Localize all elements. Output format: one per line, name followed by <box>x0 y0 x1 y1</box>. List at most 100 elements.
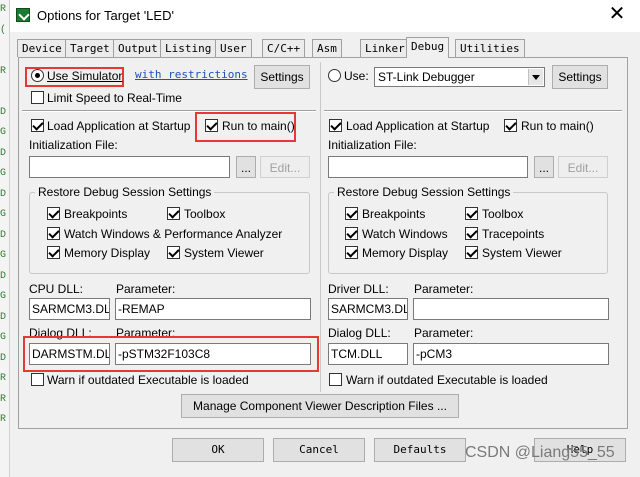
tab-output[interactable]: Output <box>113 39 163 57</box>
cancel-button[interactable]: Cancel <box>273 438 365 462</box>
editor-glyph: R <box>0 65 7 77</box>
debugger-select[interactable]: ST-Link Debugger <box>374 67 545 87</box>
init-file-input[interactable] <box>29 156 230 178</box>
editor-glyph: G <box>0 168 7 179</box>
close-icon[interactable]: ✕ <box>604 3 630 27</box>
right-breakpoints-label: Breakpoints <box>362 207 426 221</box>
editor-glyph: R <box>0 414 7 425</box>
editor-glyph: D <box>0 147 7 159</box>
toolbox-label: Toolbox <box>184 207 226 221</box>
right-dialog-dll-input[interactable]: TCM.DLL <box>328 343 408 365</box>
dialog-dll-parameter-input[interactable]: -pSTM32F103C8 <box>115 343 311 365</box>
breakpoints-checkbox[interactable] <box>47 207 60 220</box>
right-dialog-dll-parameter-input[interactable]: -pCM3 <box>413 343 609 365</box>
init-file-edit-button: Edit... <box>260 156 310 178</box>
with-restrictions-link[interactable]: with restrictions <box>135 68 248 81</box>
breakpoints-label: Breakpoints <box>64 207 128 221</box>
watch-label: Watch Windows & Performance Analyzer <box>64 227 283 241</box>
tab-debug[interactable]: Debug <box>406 37 450 58</box>
cpu-dll-parameter-label: Parameter: <box>116 282 176 296</box>
editor-glyph: ( <box>0 24 7 36</box>
simulator-settings-button[interactable]: Settings <box>254 65 310 89</box>
init-file-browse-button[interactable]: ... <box>236 156 256 178</box>
run-to-main-checkbox[interactable] <box>205 119 218 132</box>
right-restore-settings-title: Restore Debug Session Settings <box>334 185 514 199</box>
right-breakpoints-checkbox[interactable] <box>345 207 358 220</box>
right-system-viewer-checkbox[interactable] <box>465 246 478 259</box>
tab-cc[interactable]: C/C++ <box>262 39 306 57</box>
right-dialog-dll-label: Dialog DLL: <box>328 326 391 340</box>
editor-glyph: D <box>0 270 7 282</box>
right-watch-label: Watch Windows <box>362 227 448 241</box>
cpu-dll-parameter-input[interactable]: -REMAP <box>115 298 311 320</box>
dialog-dll-input[interactable]: DARMSTM.DLL <box>29 343 110 365</box>
driver-dll-parameter-input[interactable] <box>413 298 609 320</box>
use-simulator-label: Use Simulator <box>47 69 123 83</box>
right-system-viewer-label: System Viewer <box>482 246 562 260</box>
right-warn-outdated-checkbox[interactable] <box>329 373 342 386</box>
run-to-main-label: Run to main() <box>222 119 295 133</box>
right-dialog-dll-parameter-label: Parameter: <box>414 326 474 340</box>
right-watch-checkbox[interactable] <box>345 227 358 240</box>
limit-speed-label: Limit Speed to Real-Time <box>47 91 182 105</box>
defaults-button[interactable]: Defaults <box>374 438 466 462</box>
right-toolbox-label: Toolbox <box>482 207 524 221</box>
watermark: CSDN @Liang55_55 <box>465 444 615 461</box>
separator <box>324 110 622 112</box>
warn-outdated-label: Warn if outdated Executable is loaded <box>47 373 249 387</box>
driver-dll-label: Driver DLL: <box>328 282 389 296</box>
right-init-file-input[interactable] <box>328 156 528 178</box>
cpu-dll-label: CPU DLL: <box>29 282 84 296</box>
tab-target[interactable]: Target <box>65 39 115 57</box>
editor-glyph: G <box>0 209 7 220</box>
editor-glyph: G <box>0 250 7 261</box>
editor-glyph: D <box>0 352 7 364</box>
debugger-settings-button[interactable]: Settings <box>552 65 608 89</box>
window-title: Options for Target 'LED' <box>37 8 174 23</box>
cpu-dll-input[interactable]: SARMCM3.DLL <box>29 298 110 320</box>
system-viewer-checkbox[interactable] <box>167 246 180 259</box>
column-divider <box>320 62 321 392</box>
driver-dll-parameter-label: Parameter: <box>414 282 474 296</box>
driver-dll-input[interactable]: SARMCM3.DLL <box>328 298 408 320</box>
right-tracepoints-checkbox[interactable] <box>465 227 478 240</box>
load-app-checkbox[interactable] <box>31 119 44 132</box>
use-debugger-radio[interactable] <box>328 69 341 82</box>
editor-glyph: R <box>0 393 7 405</box>
manage-component-viewer-button[interactable]: Manage Component Viewer Description File… <box>181 394 459 418</box>
background-editor-strip: R(R D G D G D G D G D G D G D R R R <box>0 0 10 477</box>
right-run-to-main-label: Run to main() <box>521 119 594 133</box>
editor-glyph: D <box>0 311 7 323</box>
memory-label: Memory Display <box>64 246 151 260</box>
editor-glyph: D <box>0 188 7 200</box>
watch-checkbox[interactable] <box>47 227 60 240</box>
tab-user[interactable]: User <box>215 39 252 57</box>
system-viewer-label: System Viewer <box>184 246 264 260</box>
limit-speed-checkbox[interactable] <box>31 91 44 104</box>
right-init-file-browse-button[interactable]: ... <box>534 156 554 178</box>
tab-asm[interactable]: Asm <box>312 39 342 57</box>
right-toolbox-checkbox[interactable] <box>465 207 478 220</box>
chevron-down-icon <box>528 69 543 85</box>
tab-device[interactable]: Device <box>17 39 67 57</box>
right-load-app-checkbox[interactable] <box>329 119 342 132</box>
warn-outdated-checkbox[interactable] <box>31 373 44 386</box>
use-simulator-radio[interactable] <box>31 69 44 82</box>
restore-settings-title: Restore Debug Session Settings <box>35 185 215 199</box>
tab-linker[interactable]: Linker <box>360 39 410 57</box>
load-app-label: Load Application at Startup <box>47 119 191 133</box>
toolbox-checkbox[interactable] <box>167 207 180 220</box>
editor-glyph: R <box>0 4 7 15</box>
right-memory-checkbox[interactable] <box>345 246 358 259</box>
right-warn-outdated-label: Warn if outdated Executable is loaded <box>346 373 548 387</box>
debugger-select-value: ST-Link Debugger <box>378 70 475 84</box>
right-init-file-edit-button: Edit... <box>558 156 608 178</box>
memory-checkbox[interactable] <box>47 246 60 259</box>
use-debugger-label: Use: <box>344 69 369 83</box>
editor-glyph: G <box>0 291 7 302</box>
tab-listing[interactable]: Listing <box>160 39 217 57</box>
ok-button[interactable]: OK <box>172 438 264 462</box>
editor-glyph: D <box>0 106 7 118</box>
right-run-to-main-checkbox[interactable] <box>504 119 517 132</box>
tab-utilities[interactable]: Utilities <box>455 39 525 57</box>
